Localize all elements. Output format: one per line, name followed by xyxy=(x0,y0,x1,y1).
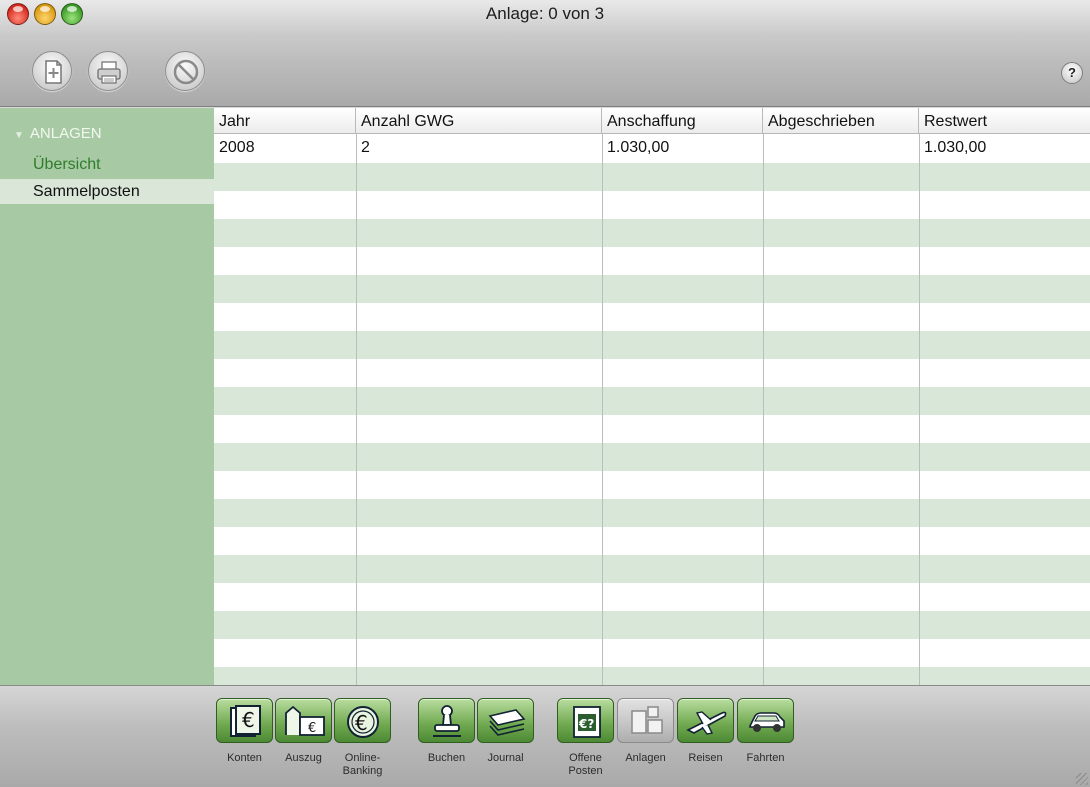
euro-coin-icon: € xyxy=(347,706,379,738)
resize-grip[interactable] xyxy=(1076,773,1088,785)
buchen-button[interactable] xyxy=(418,698,475,743)
table-row-stripe xyxy=(214,219,1090,247)
column-divider xyxy=(763,134,764,685)
buchen-label: Buchen xyxy=(427,752,466,764)
disclosure-triangle-icon[interactable]: ▼ xyxy=(14,130,24,141)
app-window: Anlage: 0 von 3 ? ▼ ANLAGEN Übersicht Sa… xyxy=(0,0,1090,787)
table-header: Jahr Anzahl GWG Anschaffung Abgeschriebe… xyxy=(214,108,1090,134)
table-row-stripe xyxy=(214,443,1090,471)
print-button[interactable] xyxy=(88,51,128,91)
sidebar-group-anlagen[interactable]: ▼ ANLAGEN xyxy=(14,125,102,142)
table-row-stripe xyxy=(214,555,1090,583)
offene-posten-button[interactable]: €? xyxy=(557,698,614,743)
help-button[interactable]: ? xyxy=(1061,62,1083,84)
svg-text:€: € xyxy=(355,711,368,735)
fahrten-label: Fahrten xyxy=(746,752,785,764)
sidebar-item-sammelposten[interactable]: Sammelposten xyxy=(0,179,214,204)
fahrten-button[interactable] xyxy=(737,698,794,743)
printer-icon xyxy=(97,61,121,84)
journal-button[interactable] xyxy=(477,698,534,743)
sidebar: ▼ ANLAGEN Übersicht Sammelposten xyxy=(0,108,214,685)
journal-label: Journal xyxy=(487,752,524,764)
konten-button[interactable]: € xyxy=(216,698,273,743)
svg-text:€: € xyxy=(242,708,255,732)
svg-text:€: € xyxy=(308,721,316,736)
column-header-jahr[interactable]: Jahr xyxy=(214,108,356,134)
open-items-icon: €? xyxy=(573,706,601,738)
cell-anschaffung: 1.030,00 xyxy=(607,139,670,156)
konten-label: Konten xyxy=(227,752,262,764)
reisen-label: Reisen xyxy=(688,752,723,764)
offene-posten-label: Offene Posten xyxy=(568,752,603,777)
table-row-stripe xyxy=(214,667,1090,685)
cell-restwert: 1.030,00 xyxy=(924,139,987,156)
airplane-icon xyxy=(686,711,727,735)
anlagen-button[interactable] xyxy=(617,698,674,743)
column-divider xyxy=(356,134,357,685)
column-header-anzahl-gwg[interactable]: Anzahl GWG xyxy=(356,108,602,134)
bank-statement-icon: € xyxy=(285,705,325,736)
table-row[interactable]: 2008 2 1.030,00 1.030,00 xyxy=(214,135,1090,163)
title-toolbar: Anlage: 0 von 3 ? xyxy=(0,0,1090,107)
reisen-button[interactable] xyxy=(677,698,734,743)
auszug-button[interactable]: € xyxy=(275,698,332,743)
assets-table: Jahr Anzahl GWG Anschaffung Abgeschriebe… xyxy=(214,108,1090,685)
table-row-stripe xyxy=(214,387,1090,415)
svg-text:€?: €? xyxy=(578,717,594,731)
bottom-navigation-bar: € € € €? Konten Auszug Online- Banking B… xyxy=(0,685,1090,787)
online-banking-label: Online- Banking xyxy=(342,752,383,777)
sidebar-item-uebersicht[interactable]: Übersicht xyxy=(0,152,214,177)
column-header-anschaffung[interactable]: Anschaffung xyxy=(602,108,763,134)
table-row-stripe xyxy=(214,611,1090,639)
column-header-abgeschrieben[interactable]: Abgeschrieben xyxy=(763,108,919,134)
cell-jahr: 2008 xyxy=(219,139,255,156)
table-row-stripe xyxy=(214,163,1090,191)
sidebar-group-label: ANLAGEN xyxy=(29,125,102,142)
prohibited-icon xyxy=(173,59,199,85)
car-icon xyxy=(749,712,785,732)
cell-abgeschrieben xyxy=(763,135,919,163)
table-row-stripe xyxy=(214,275,1090,303)
cell-anzahl-gwg: 2 xyxy=(361,139,370,156)
column-divider xyxy=(919,134,920,685)
stamp-icon xyxy=(433,705,461,737)
table-row-stripe xyxy=(214,331,1090,359)
window-title: Anlage: 0 von 3 xyxy=(485,4,605,23)
journal-stack-icon xyxy=(488,709,526,736)
assets-icon xyxy=(631,706,663,734)
column-divider xyxy=(602,134,603,685)
column-header-restwert[interactable]: Restwert xyxy=(919,108,1090,134)
online-banking-button[interactable]: € xyxy=(334,698,391,743)
new-document-button[interactable] xyxy=(32,51,72,91)
anlagen-label: Anlagen xyxy=(625,752,666,764)
new-document-icon xyxy=(45,60,62,84)
delete-button[interactable] xyxy=(165,51,205,91)
table-row-stripe xyxy=(214,499,1090,527)
auszug-label: Auszug xyxy=(285,752,322,764)
euro-notes-icon: € xyxy=(230,705,261,737)
